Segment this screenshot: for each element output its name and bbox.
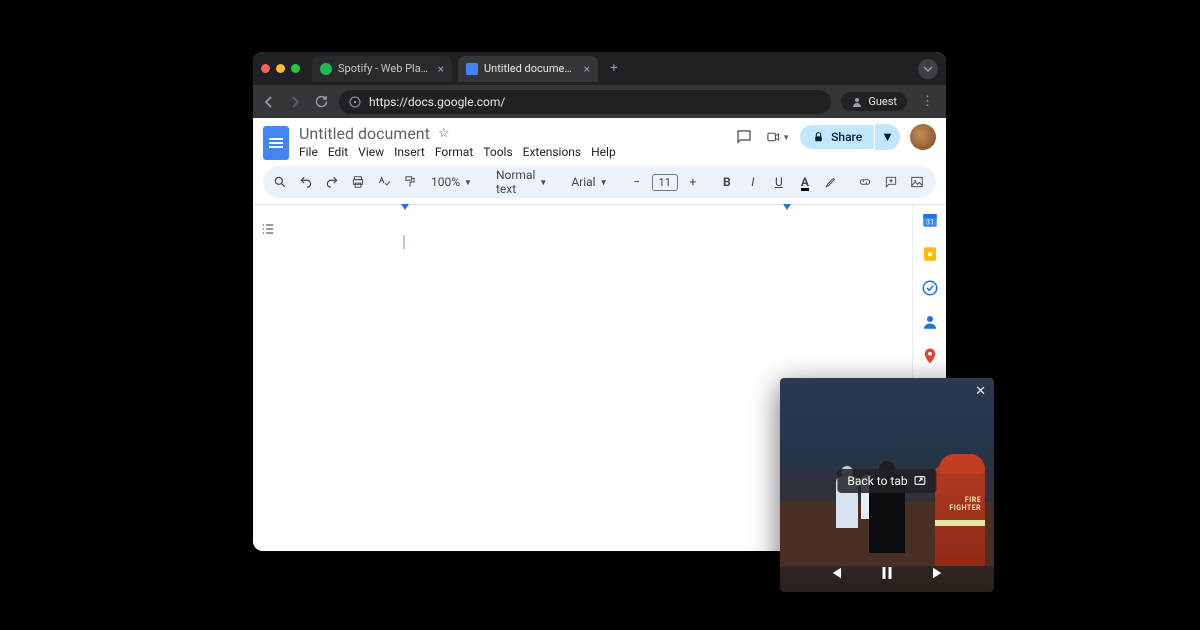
text-cursor: [403, 235, 405, 249]
back-button[interactable]: [261, 95, 277, 109]
star-button[interactable]: ☆: [438, 126, 450, 141]
close-tab-icon[interactable]: ×: [438, 62, 444, 76]
window-controls: [261, 64, 300, 73]
menu-insert[interactable]: Insert: [394, 145, 425, 159]
lock-icon: [812, 131, 825, 144]
calendar-sidebar-icon[interactable]: 31: [921, 211, 939, 229]
pip-window[interactable]: FIRE FIGHTER ✕ Back to tab: [780, 378, 994, 592]
font-size-input[interactable]: 11: [652, 174, 678, 191]
pip-close-button[interactable]: ✕: [975, 384, 986, 399]
docs-header: Untitled document ☆ File Edit View Inser…: [253, 118, 946, 160]
tab-spotify[interactable]: Spotify - Web Player: Music f ×: [312, 56, 452, 82]
back-to-tab-button[interactable]: Back to tab: [837, 469, 936, 493]
svg-text:31: 31: [925, 218, 933, 227]
pause-button[interactable]: [878, 564, 896, 582]
italic-button[interactable]: I: [742, 170, 764, 194]
meet-button[interactable]: ▼: [766, 125, 790, 149]
firefighter-text: FIRE FIGHTER: [949, 496, 981, 512]
print-button[interactable]: [347, 170, 369, 194]
tab-search-button[interactable]: [918, 59, 938, 79]
url-text: https://docs.google.com/: [369, 95, 505, 109]
bold-button[interactable]: B: [716, 170, 738, 194]
contacts-sidebar-icon[interactable]: [921, 313, 939, 331]
docs-favicon-icon: [466, 63, 478, 75]
ruler-indent-left-icon[interactable]: [401, 204, 409, 210]
spotify-favicon-icon: [320, 63, 332, 75]
site-info-icon[interactable]: [349, 96, 361, 108]
highlight-button[interactable]: [820, 170, 842, 194]
docs-logo-icon[interactable]: [263, 126, 289, 160]
menu-extensions[interactable]: Extensions: [523, 145, 581, 159]
keep-sidebar-icon[interactable]: [921, 245, 939, 263]
docs-toolbar: 100%▼ Normal text▼ Arial▼ − 11 + B I U A…: [263, 166, 936, 198]
profile-button[interactable]: Guest: [841, 92, 907, 111]
tab-label: Spotify - Web Player: Music f: [338, 62, 432, 75]
minimize-window-button[interactable]: [276, 64, 285, 73]
zoom-dropdown[interactable]: 100%▼: [425, 175, 478, 189]
text-color-button[interactable]: A: [794, 170, 816, 194]
tab-strip: Spotify - Web Player: Music f × Untitled…: [253, 52, 946, 85]
menu-file[interactable]: File: [299, 145, 318, 159]
search-menus-button[interactable]: [269, 170, 291, 194]
guest-icon: [851, 96, 863, 108]
close-tab-icon[interactable]: ×: [584, 62, 590, 76]
font-dropdown[interactable]: Arial▼: [565, 175, 613, 189]
add-comment-button[interactable]: [880, 170, 902, 194]
tab-docs[interactable]: Untitled document - Google D ×: [458, 56, 598, 82]
share-label: Share: [831, 130, 862, 144]
close-window-button[interactable]: [261, 64, 270, 73]
ruler-indent-right-icon[interactable]: [783, 204, 791, 210]
previous-track-button[interactable]: [826, 564, 844, 582]
pip-media-controls: [780, 564, 994, 582]
guest-label: Guest: [868, 95, 897, 108]
tab-label: Untitled document - Google D: [484, 62, 578, 75]
new-tab-button[interactable]: +: [604, 61, 624, 76]
forward-button[interactable]: [287, 95, 303, 109]
menu-bar: File Edit View Insert Format Tools Exten…: [299, 145, 722, 159]
maximize-window-button[interactable]: [291, 64, 300, 73]
account-avatar[interactable]: [910, 124, 936, 150]
comment-history-button[interactable]: [732, 125, 756, 149]
document-title[interactable]: Untitled document: [299, 124, 430, 143]
chrome-menu-button[interactable]: ⋮: [917, 94, 938, 109]
menu-help[interactable]: Help: [591, 145, 616, 159]
share-button[interactable]: Share: [800, 125, 874, 149]
share-dropdown-button[interactable]: ▼: [875, 124, 900, 150]
paint-format-button[interactable]: [399, 170, 421, 194]
decrease-font-button[interactable]: −: [626, 170, 648, 194]
underline-button[interactable]: U: [768, 170, 790, 194]
open-in-tab-icon: [914, 474, 927, 487]
next-track-button[interactable]: [930, 564, 948, 582]
reload-button[interactable]: [313, 95, 329, 109]
tasks-sidebar-icon[interactable]: [921, 279, 939, 297]
show-outline-button[interactable]: [260, 221, 276, 551]
address-bar: https://docs.google.com/ Guest ⋮: [253, 85, 946, 118]
more-toolbar-button[interactable]: ⋮: [940, 170, 946, 194]
menu-edit[interactable]: Edit: [328, 145, 348, 159]
spellcheck-button[interactable]: [373, 170, 395, 194]
omnibox[interactable]: https://docs.google.com/: [339, 90, 831, 114]
menu-format[interactable]: Format: [435, 145, 473, 159]
insert-image-button[interactable]: [906, 170, 928, 194]
increase-font-button[interactable]: +: [682, 170, 704, 194]
back-to-tab-label: Back to tab: [847, 474, 907, 488]
style-dropdown[interactable]: Normal text▼: [490, 168, 553, 196]
menu-view[interactable]: View: [358, 145, 384, 159]
maps-sidebar-icon[interactable]: [921, 347, 939, 365]
menu-tools[interactable]: Tools: [483, 145, 512, 159]
redo-button[interactable]: [321, 170, 343, 194]
undo-button[interactable]: [295, 170, 317, 194]
insert-link-button[interactable]: [854, 170, 876, 194]
